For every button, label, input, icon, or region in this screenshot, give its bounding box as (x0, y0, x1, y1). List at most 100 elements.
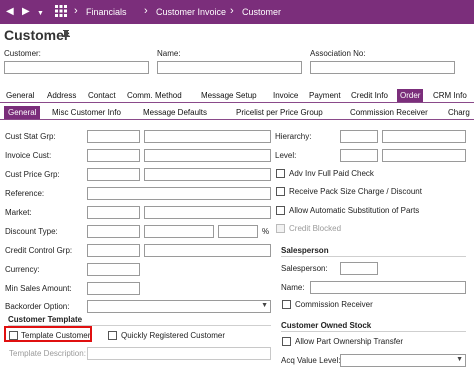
tab-payment[interactable]: Payment (308, 89, 342, 102)
adv-inv-full-paid-check-label: Adv Inv Full Paid Check (289, 169, 374, 178)
cust-stat-grp-description (144, 130, 271, 143)
level-input[interactable] (340, 149, 378, 162)
forward-icon[interactable]: ▶ (22, 5, 30, 19)
hierarchy-input[interactable] (340, 130, 378, 143)
market-input[interactable] (87, 206, 140, 219)
subtab-misc-customer-info[interactable]: Misc Customer Info (52, 106, 121, 119)
tab-comm-method[interactable]: Comm. Method (126, 89, 183, 102)
currency-input[interactable] (87, 263, 140, 276)
quickly-registered-customer-checkbox[interactable] (108, 331, 117, 340)
invoice-cust-label: Invoice Cust: (5, 151, 52, 160)
receive-pack-size-label: Receive Pack Size Charge / Discount (289, 187, 422, 196)
tab-order[interactable]: Order (397, 89, 424, 102)
cust-stat-grp-input[interactable] (87, 130, 140, 143)
reference-input[interactable] (87, 187, 271, 200)
breadcrumb-financials[interactable]: Financials (86, 6, 127, 18)
salesperson-name-input (310, 281, 466, 294)
app-grid-icon[interactable] (55, 5, 67, 22)
salesperson-section-title: Salesperson (281, 246, 329, 255)
breadcrumb-customer[interactable]: Customer (242, 6, 281, 18)
tab-general[interactable]: General (5, 89, 35, 102)
subtab-general[interactable]: General (4, 106, 41, 119)
adv-inv-full-paid-check-checkbox[interactable] (276, 169, 285, 178)
credit-blocked-label: Credit Blocked (289, 224, 342, 233)
percent-sign: % (262, 227, 270, 236)
subtab-divider (0, 119, 474, 120)
salesperson-input[interactable] (340, 262, 378, 275)
page-title: Customer (4, 27, 70, 43)
acq-value-level-select[interactable]: ▼ (340, 354, 466, 367)
market-description (144, 206, 271, 219)
customer-template-section-title: Customer Template (8, 315, 83, 324)
tab-credit-info[interactable]: Credit Info (350, 89, 389, 102)
reference-label: Reference: (5, 189, 45, 198)
level-description (382, 149, 466, 162)
subtab-pricelist-per-price-group[interactable]: Pricelist per Price Group (236, 106, 323, 119)
subtab-commission-receiver[interactable]: Commission Receiver (350, 106, 428, 119)
backorder-option-label: Backorder Option: (5, 302, 70, 311)
name-input[interactable] (157, 61, 302, 74)
salesperson-divider (281, 256, 466, 257)
dropdown-icon[interactable]: ▼ (261, 302, 268, 309)
commission-receiver-checkbox[interactable] (282, 300, 291, 309)
tab-divider (0, 102, 474, 103)
allow-part-ownership-transfer-checkbox[interactable] (282, 337, 291, 346)
commission-receiver-label: Commission Receiver (295, 300, 373, 309)
backorder-option-select[interactable]: ▼ (87, 300, 271, 313)
cust-price-grp-label: Cust Price Grp: (5, 170, 60, 179)
cust-price-grp-description (144, 168, 271, 181)
allow-auto-substitution-label: Allow Automatic Substitution of Parts (289, 206, 420, 215)
forward-dropdown-icon[interactable]: ▼ (37, 7, 44, 21)
min-sales-amount-label: Min Sales Amount: (5, 284, 72, 293)
name-label: Name: (157, 49, 181, 58)
credit-blocked-checkbox (276, 224, 285, 233)
invoice-cust-description (144, 149, 271, 162)
chevron-right-icon: › (230, 5, 234, 17)
cust-stat-grp-label: Cust Stat Grp: (5, 132, 56, 141)
market-label: Market: (5, 208, 32, 217)
hierarchy-label: Hierarchy: (275, 132, 312, 141)
discount-type-description (144, 225, 214, 238)
receive-pack-size-checkbox[interactable] (276, 187, 285, 196)
credit-control-grp-description (144, 244, 271, 257)
discount-percent-input[interactable] (218, 225, 258, 238)
highlight-box (4, 326, 92, 342)
invoice-cust-input[interactable] (87, 149, 140, 162)
tab-message-setup[interactable]: Message Setup (200, 89, 258, 102)
subtab-charges[interactable]: Charg (448, 106, 470, 119)
hierarchy-description (382, 130, 466, 143)
salesperson-label: Salesperson: (281, 264, 328, 273)
cust-price-grp-input[interactable] (87, 168, 140, 181)
customer-owned-stock-section-title: Customer Owned Stock (281, 321, 372, 330)
subtab-message-defaults[interactable]: Message Defaults (143, 106, 207, 119)
currency-label: Currency: (5, 265, 40, 274)
tab-crm-info[interactable]: CRM Info (432, 89, 468, 102)
allow-part-ownership-transfer-label: Allow Part Ownership Transfer (295, 337, 404, 346)
tab-invoice[interactable]: Invoice (272, 89, 299, 102)
discount-type-label: Discount Type: (5, 227, 58, 236)
credit-control-grp-input[interactable] (87, 244, 140, 257)
template-description-input (87, 347, 271, 360)
customer-label: Customer: (4, 49, 41, 58)
discount-type-input[interactable] (87, 225, 140, 238)
credit-control-grp-label: Credit Control Grp: (5, 246, 73, 255)
tab-address[interactable]: Address (46, 89, 77, 102)
back-icon[interactable]: ◀ (6, 5, 14, 19)
customer-owned-stock-divider (281, 331, 466, 332)
allow-auto-substitution-checkbox[interactable] (276, 206, 285, 215)
pin-icon[interactable] (62, 30, 70, 42)
chevron-right-icon: › (144, 5, 148, 17)
template-description-label: Template Description: (9, 349, 86, 358)
top-navigation-bar: ◀ ▶ ▼ › Financials › Customer Invoice › … (0, 0, 474, 24)
breadcrumb-customer-invoice[interactable]: Customer Invoice (156, 6, 226, 18)
tab-contact[interactable]: Contact (87, 89, 117, 102)
min-sales-amount-input[interactable] (87, 282, 140, 295)
quickly-registered-customer-label: Quickly Registered Customer (121, 331, 226, 340)
level-label: Level: (275, 151, 297, 160)
dropdown-icon[interactable]: ▼ (456, 356, 463, 363)
chevron-right-icon: › (74, 5, 78, 17)
association-no-input[interactable] (310, 61, 455, 74)
customer-input[interactable] (4, 61, 149, 74)
acq-value-level-label: Acq Value Level: (281, 356, 341, 365)
salesperson-name-label: Name: (281, 283, 305, 292)
